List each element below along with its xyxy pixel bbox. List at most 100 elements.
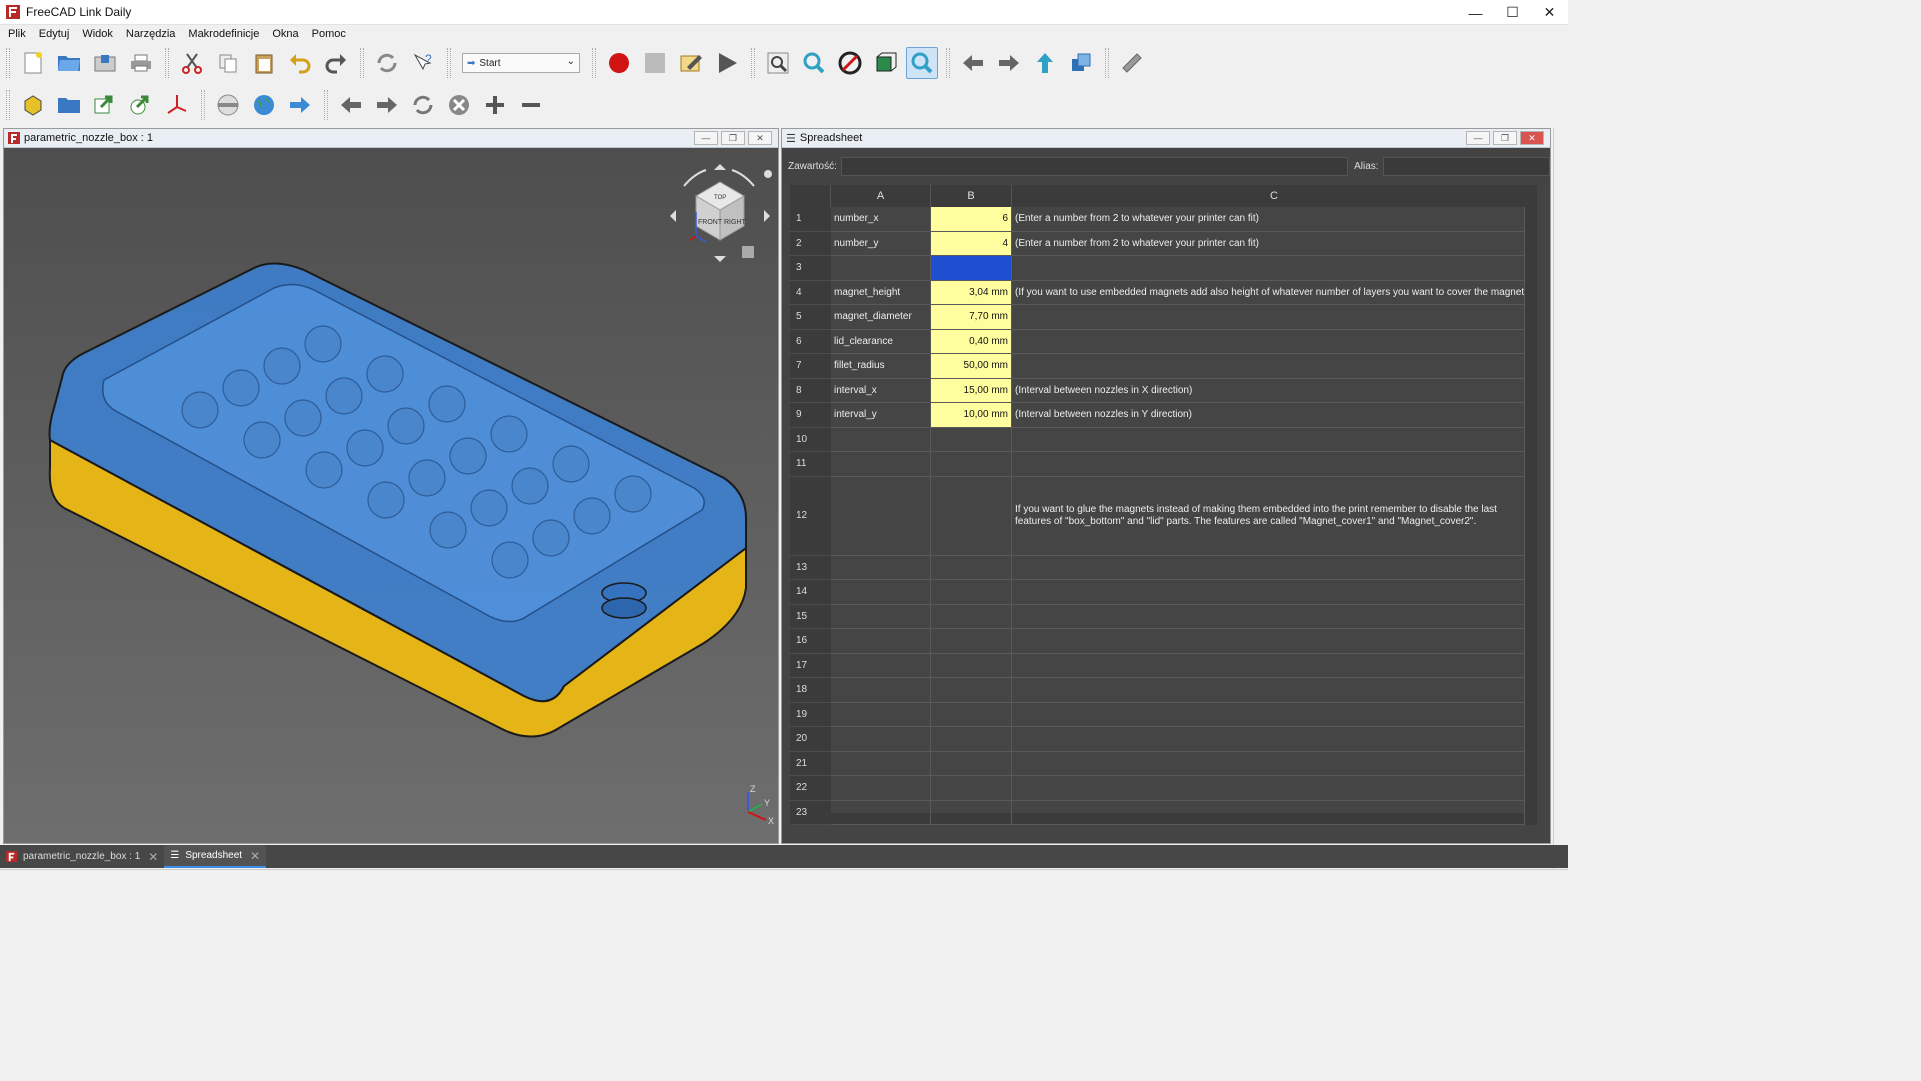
cell-c[interactable]: (Enter a number from 2 to whatever your … bbox=[1012, 231, 1525, 256]
new-document-icon[interactable] bbox=[17, 47, 49, 79]
vertical-scrollbar[interactable] bbox=[1525, 185, 1537, 825]
arrow-forward-icon[interactable] bbox=[993, 47, 1025, 79]
save-icon[interactable] bbox=[89, 47, 121, 79]
minimize-button[interactable]: — bbox=[1457, 0, 1494, 25]
cell-a[interactable] bbox=[831, 580, 931, 605]
toolbar-grip[interactable] bbox=[201, 90, 205, 120]
group-folder-icon[interactable] bbox=[53, 89, 85, 121]
std-view-icon[interactable] bbox=[1065, 47, 1097, 79]
nav-menu-icon[interactable] bbox=[764, 170, 772, 178]
zoom-out-icon[interactable] bbox=[515, 89, 547, 121]
cell-c[interactable]: (Interval between nozzles in X direction… bbox=[1012, 378, 1525, 403]
web-back-icon[interactable] bbox=[335, 89, 367, 121]
row-header[interactable]: 9 bbox=[790, 403, 831, 428]
row-header[interactable]: 14 bbox=[790, 580, 831, 605]
link-sub-icon[interactable] bbox=[125, 89, 157, 121]
toolbar-grip[interactable] bbox=[592, 48, 596, 78]
navigation-cube[interactable]: FRONT RIGHT TOP bbox=[664, 158, 774, 268]
cell-a[interactable]: number_y bbox=[831, 231, 931, 256]
cell-b[interactable]: 3,04 mm bbox=[931, 280, 1012, 305]
toolbar-grip[interactable] bbox=[6, 90, 10, 120]
print-icon[interactable] bbox=[125, 47, 157, 79]
cell-a[interactable] bbox=[831, 427, 931, 452]
menu-help[interactable]: Pomoc bbox=[312, 28, 346, 40]
cell-c[interactable] bbox=[1012, 329, 1525, 354]
cell-c[interactable]: (Enter a number from 2 to whatever your … bbox=[1012, 207, 1525, 232]
row-header[interactable]: 21 bbox=[790, 751, 831, 776]
row-header[interactable]: 4 bbox=[790, 280, 831, 305]
corner-header[interactable] bbox=[790, 185, 831, 207]
cell-c[interactable] bbox=[1012, 727, 1525, 752]
row-header[interactable]: 20 bbox=[790, 727, 831, 752]
cell-b[interactable] bbox=[931, 800, 1012, 825]
web-globe-icon[interactable] bbox=[248, 89, 280, 121]
column-header-a[interactable]: A bbox=[831, 185, 931, 207]
row-header[interactable]: 3 bbox=[790, 256, 831, 281]
menu-edit[interactable]: Edytuj bbox=[39, 28, 70, 40]
spreadsheet-grid[interactable]: A B C 1 number_x 6 (Enter a number from 2 t… bbox=[790, 185, 1537, 825]
cell-b[interactable]: 50,00 mm bbox=[931, 354, 1012, 379]
arrow-back-icon[interactable] bbox=[957, 47, 989, 79]
open-folder-icon[interactable] bbox=[53, 47, 85, 79]
cell-c[interactable] bbox=[1012, 653, 1525, 678]
cell-b[interactable] bbox=[931, 580, 1012, 605]
cell-b[interactable] bbox=[931, 476, 1012, 556]
row-header[interactable]: 6 bbox=[790, 329, 831, 354]
row-header[interactable]: 1 bbox=[790, 207, 831, 232]
row-header[interactable]: 17 bbox=[790, 653, 831, 678]
column-header-b[interactable]: B bbox=[931, 185, 1012, 207]
refresh-icon[interactable] bbox=[371, 47, 403, 79]
cell-b[interactable]: 4 bbox=[931, 231, 1012, 256]
nav-view-menu-icon[interactable] bbox=[742, 246, 754, 258]
row-header[interactable]: 16 bbox=[790, 629, 831, 654]
tab-spreadsheet[interactable]: ☰ Spreadsheet ✕ bbox=[164, 845, 267, 868]
toolbar-grip[interactable] bbox=[946, 48, 950, 78]
cell-b[interactable] bbox=[931, 604, 1012, 629]
row-header[interactable]: 10 bbox=[790, 427, 831, 452]
web-refresh-icon[interactable] bbox=[407, 89, 439, 121]
undo-icon[interactable] bbox=[284, 47, 316, 79]
part-icon[interactable] bbox=[17, 89, 49, 121]
row-header[interactable]: 2 bbox=[790, 231, 831, 256]
cell-a[interactable] bbox=[831, 476, 931, 556]
cell-c[interactable] bbox=[1012, 452, 1525, 477]
cell-b[interactable] bbox=[931, 702, 1012, 727]
cell-b[interactable]: 0,40 mm bbox=[931, 329, 1012, 354]
cell-a[interactable] bbox=[831, 702, 931, 727]
nozzle-box-model[interactable] bbox=[4, 148, 778, 843]
nav-left-icon[interactable] bbox=[670, 210, 676, 222]
cell-a[interactable]: interval_x bbox=[831, 378, 931, 403]
alias-input[interactable] bbox=[1382, 156, 1550, 176]
cell-c[interactable] bbox=[1012, 305, 1525, 330]
row-header[interactable]: 19 bbox=[790, 702, 831, 727]
cell-c[interactable]: (If you want to use embedded magnets add… bbox=[1012, 280, 1525, 305]
fit-selection-icon[interactable] bbox=[798, 47, 830, 79]
run-macro-icon[interactable] bbox=[711, 47, 743, 79]
cell-a[interactable] bbox=[831, 751, 931, 776]
cell-c[interactable] bbox=[1012, 629, 1525, 654]
stop-macro-icon[interactable] bbox=[639, 47, 671, 79]
nav-right-icon[interactable] bbox=[764, 210, 770, 222]
web-stop-icon[interactable] bbox=[443, 89, 475, 121]
sheet-close-button[interactable]: ✕ bbox=[1520, 131, 1544, 145]
cell-a[interactable]: lid_clearance bbox=[831, 329, 931, 354]
3d-viewport[interactable]: FRONT RIGHT TOP Z Y X bbox=[4, 148, 778, 843]
cell-a[interactable] bbox=[831, 776, 931, 801]
cell-a[interactable] bbox=[831, 452, 931, 477]
cell-a[interactable]: magnet_height bbox=[831, 280, 931, 305]
nav-rotate-left-icon[interactable] bbox=[683, 169, 707, 187]
row-header[interactable]: 5 bbox=[790, 305, 831, 330]
zoom-box-icon[interactable] bbox=[906, 47, 938, 79]
record-macro-icon[interactable] bbox=[603, 47, 635, 79]
cell-a[interactable]: magnet_diameter bbox=[831, 305, 931, 330]
row-header[interactable]: 12 bbox=[790, 476, 831, 556]
toolbar-grip[interactable] bbox=[324, 90, 328, 120]
cell-b-selected[interactable] bbox=[931, 256, 1012, 281]
cell-c[interactable] bbox=[1012, 776, 1525, 801]
cell-a[interactable] bbox=[831, 256, 931, 281]
nav-rotate-right-icon[interactable] bbox=[731, 169, 755, 187]
toolbar-grip[interactable] bbox=[6, 48, 10, 78]
toolbar-grip[interactable] bbox=[165, 48, 169, 78]
cell-b[interactable] bbox=[931, 653, 1012, 678]
cell-b[interactable] bbox=[931, 776, 1012, 801]
